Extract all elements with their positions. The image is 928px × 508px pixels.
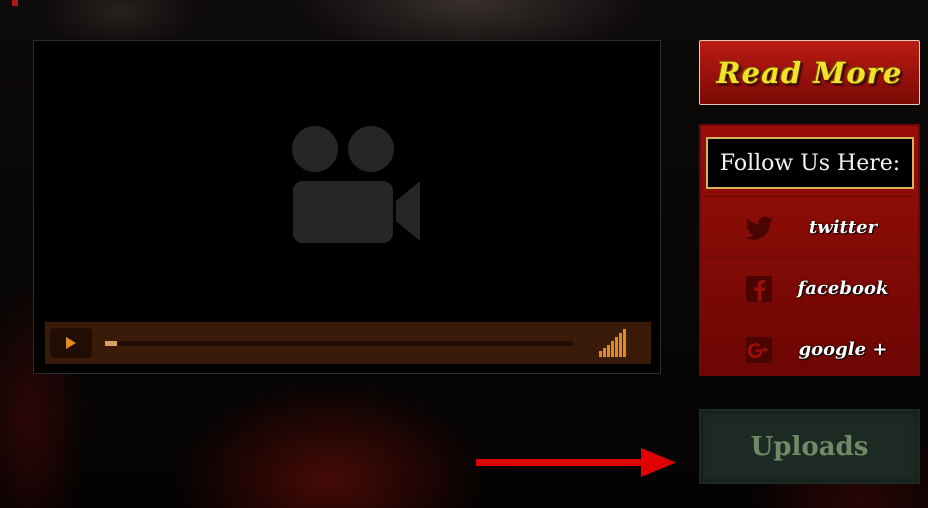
- uploads-button[interactable]: Uploads: [699, 409, 920, 484]
- progress-bar[interactable]: [105, 341, 573, 346]
- facebook-label: facebook: [797, 278, 889, 299]
- play-icon: [66, 337, 76, 349]
- red-arrow-icon: [476, 448, 676, 477]
- social-link-facebook[interactable]: facebook: [703, 257, 916, 319]
- follow-us-panel: Follow Us Here: twitter facebook google …: [699, 124, 920, 376]
- twitter-label: twitter: [808, 217, 878, 238]
- social-link-google-plus[interactable]: google +: [703, 318, 916, 380]
- facebook-icon: [746, 276, 772, 302]
- video-player[interactable]: [33, 40, 661, 374]
- player-controls: [45, 322, 651, 364]
- play-button[interactable]: [50, 328, 92, 358]
- social-link-twitter[interactable]: twitter: [703, 196, 916, 258]
- corner-mark: [12, 0, 18, 6]
- progress-fill: [105, 341, 117, 346]
- volume-bars-icon[interactable]: [599, 329, 631, 357]
- google-plus-label: google +: [798, 339, 888, 360]
- video-camera-icon: [292, 126, 420, 243]
- follow-us-title: Follow Us Here:: [706, 137, 914, 189]
- read-more-button[interactable]: Read More: [699, 40, 920, 105]
- google-plus-icon: [746, 337, 772, 363]
- twitter-icon: [745, 216, 773, 240]
